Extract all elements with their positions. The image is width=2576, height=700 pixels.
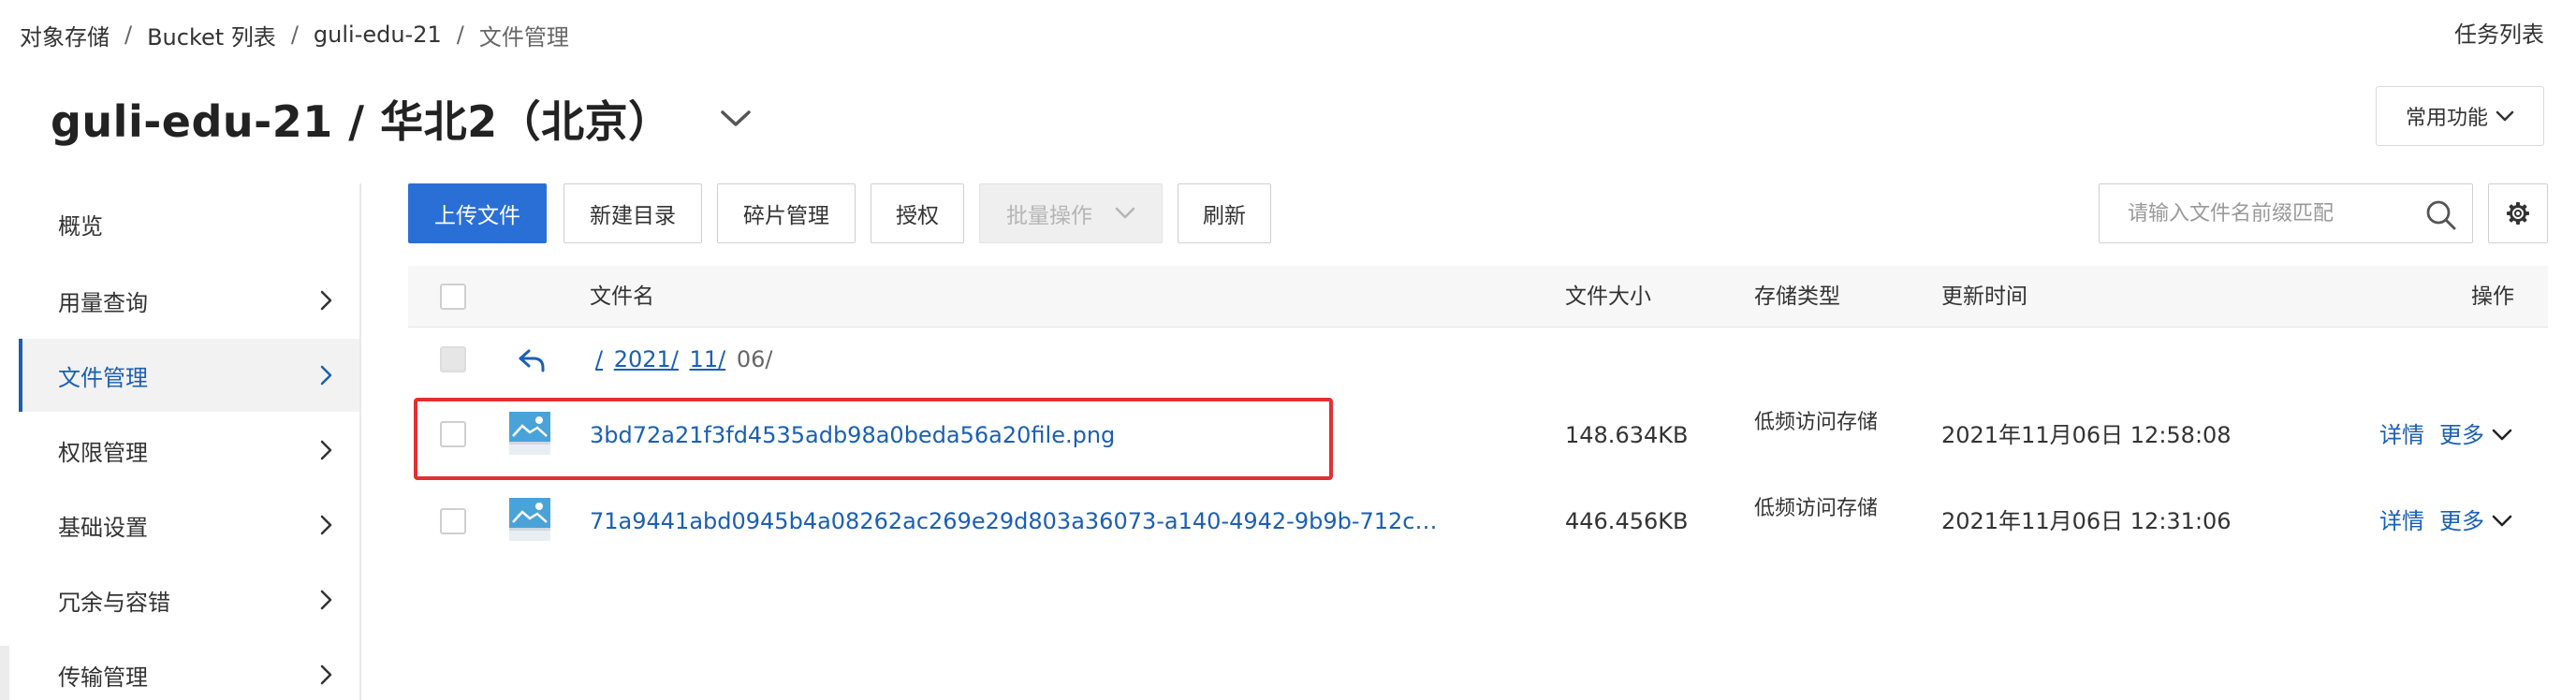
file-size: 148.634KB [1565, 422, 1689, 448]
chevron-down-icon [2492, 429, 2512, 441]
breadcrumb-separator: / [124, 22, 133, 48]
current-path: / 2021/ 11/ 06/ [595, 328, 772, 391]
row-checkbox[interactable] [440, 508, 466, 534]
chevron-right-icon [320, 290, 332, 311]
breadcrumb: 对象存储 / Bucket 列表 / guli-edu-21 / 文件管理 [20, 19, 569, 51]
chevron-down-icon [2492, 515, 2512, 527]
path-root-link[interactable]: / [595, 346, 603, 372]
breadcrumb-separator: / [290, 22, 299, 48]
table-row: 3bd72a21f3fd4535adb98a0beda56a20file.png… [408, 391, 2548, 477]
search-icon[interactable] [2425, 199, 2457, 231]
gear-icon [2507, 202, 2529, 225]
chevron-down-icon [1115, 207, 1135, 219]
sidebar-item-transfer[interactable]: 传输管理 [19, 638, 359, 700]
file-name-link[interactable]: 3bd72a21f3fd4535adb98a0beda56a20file.png [590, 419, 1115, 451]
oss-file-manager: 对象存储 / Bucket 列表 / guli-edu-21 / 文件管理 任务… [0, 0, 2576, 700]
sidebar-item-label: 传输管理 [58, 664, 148, 691]
chevron-down-icon[interactable] [717, 100, 754, 138]
column-header-updated: 更新时间 [1941, 284, 2027, 309]
path-segment-link[interactable]: 2021/ [614, 346, 679, 372]
more-actions-label: 更多 [2439, 422, 2484, 448]
storage-type: 低频访问存储 [1754, 497, 1879, 520]
sidebar-item-redundancy[interactable]: 冗余与容错 [19, 563, 359, 636]
table-row: 71a9441abd0945b4a08262ac269e29d803a36073… [408, 477, 2548, 563]
sidebar-item-usage[interactable]: 用量查询 [19, 264, 359, 337]
fragment-management-button[interactable]: 碎片管理 [717, 183, 856, 243]
file-name-link[interactable]: 71a9441abd0945b4a08262ac269e29d803a36073… [590, 505, 1438, 537]
task-list-link[interactable]: 任务列表 [2454, 19, 2544, 51]
sidebar-item-label: 用量查询 [58, 289, 148, 316]
column-header-size: 文件大小 [1565, 284, 1651, 309]
upload-file-button[interactable]: 上传文件 [408, 183, 547, 243]
sidebar: 概览 用量查询 文件管理 权限管理 基础设置 冗余与容错 传输管理 [0, 183, 361, 700]
batch-operation-button[interactable]: 批量操作 [979, 183, 1163, 243]
file-size: 446.456KB [1565, 508, 1689, 534]
chevron-right-icon [320, 365, 332, 386]
chevron-right-icon [320, 440, 332, 460]
chevron-right-icon [320, 590, 332, 610]
detail-link[interactable]: 详情 [2379, 419, 2424, 451]
new-directory-button[interactable]: 新建目录 [564, 183, 702, 243]
updated-time: 2021年11月06日 12:58:08 [1941, 422, 2232, 448]
sidebar-item-file-manager[interactable]: 文件管理 [19, 339, 359, 412]
row-checkbox-disabled [440, 346, 466, 372]
row-checkbox[interactable] [440, 421, 466, 447]
image-file-icon [509, 498, 550, 541]
title-row: guli-edu-21 / 华北2（北京） [51, 86, 754, 152]
breadcrumb-item-bucket[interactable]: guli-edu-21 [314, 22, 442, 48]
breadcrumb-separator: / [456, 22, 464, 48]
more-actions-dropdown[interactable]: 更多 [2439, 419, 2512, 451]
batch-operation-label: 批量操作 [1006, 204, 1092, 228]
column-header-name: 文件名 [590, 284, 654, 309]
sidebar-item-label: 基础设置 [58, 514, 148, 541]
sidebar-item-label: 权限管理 [58, 439, 148, 466]
chevron-right-icon [320, 664, 332, 685]
sidebar-scrollbar[interactable] [0, 646, 9, 700]
chevron-right-icon [320, 515, 332, 535]
table-header: 文件名 文件大小 存储类型 更新时间 操作 [408, 266, 2548, 328]
page-title: guli-edu-21 / 华北2（北京） [51, 96, 672, 147]
breadcrumb-item-file-manager: 文件管理 [478, 23, 569, 51]
breadcrumb-item-oss[interactable]: 对象存储 [20, 19, 110, 51]
sidebar-item-label: 文件管理 [58, 364, 148, 391]
search-input[interactable] [2128, 201, 2408, 226]
chevron-down-icon [2496, 110, 2514, 122]
common-functions-label: 常用功能 [2405, 107, 2488, 130]
more-actions-label: 更多 [2439, 508, 2484, 534]
search-box [2099, 183, 2473, 243]
breadcrumb-item-bucket-list[interactable]: Bucket 列表 [147, 19, 276, 51]
updated-time: 2021年11月06日 12:31:06 [1941, 508, 2232, 534]
settings-button[interactable] [2488, 183, 2548, 243]
back-arrow-icon[interactable] [517, 348, 547, 372]
sidebar-item-permissions[interactable]: 权限管理 [19, 414, 359, 487]
column-header-action: 操作 [2471, 284, 2514, 309]
sidebar-item-overview[interactable]: 概览 [19, 187, 359, 260]
select-all-checkbox[interactable] [440, 284, 466, 310]
common-functions-button[interactable]: 常用功能 [2376, 86, 2544, 146]
path-current-segment: 06/ [736, 346, 773, 372]
detail-link[interactable]: 详情 [2379, 505, 2424, 537]
sidebar-item-basic-settings[interactable]: 基础设置 [19, 489, 359, 561]
sidebar-item-label: 冗余与容错 [58, 589, 170, 616]
refresh-button[interactable]: 刷新 [1178, 183, 1271, 243]
sidebar-item-label: 概览 [58, 212, 103, 240]
directory-navigation-row: / 2021/ 11/ 06/ [408, 328, 2548, 391]
path-segment-link[interactable]: 11/ [690, 346, 726, 372]
storage-type: 低频访问存储 [1754, 411, 1879, 434]
more-actions-dropdown[interactable]: 更多 [2439, 505, 2512, 537]
image-file-icon [509, 412, 550, 455]
authorize-button[interactable]: 授权 [871, 183, 964, 243]
column-header-storage: 存储类型 [1754, 284, 1840, 309]
